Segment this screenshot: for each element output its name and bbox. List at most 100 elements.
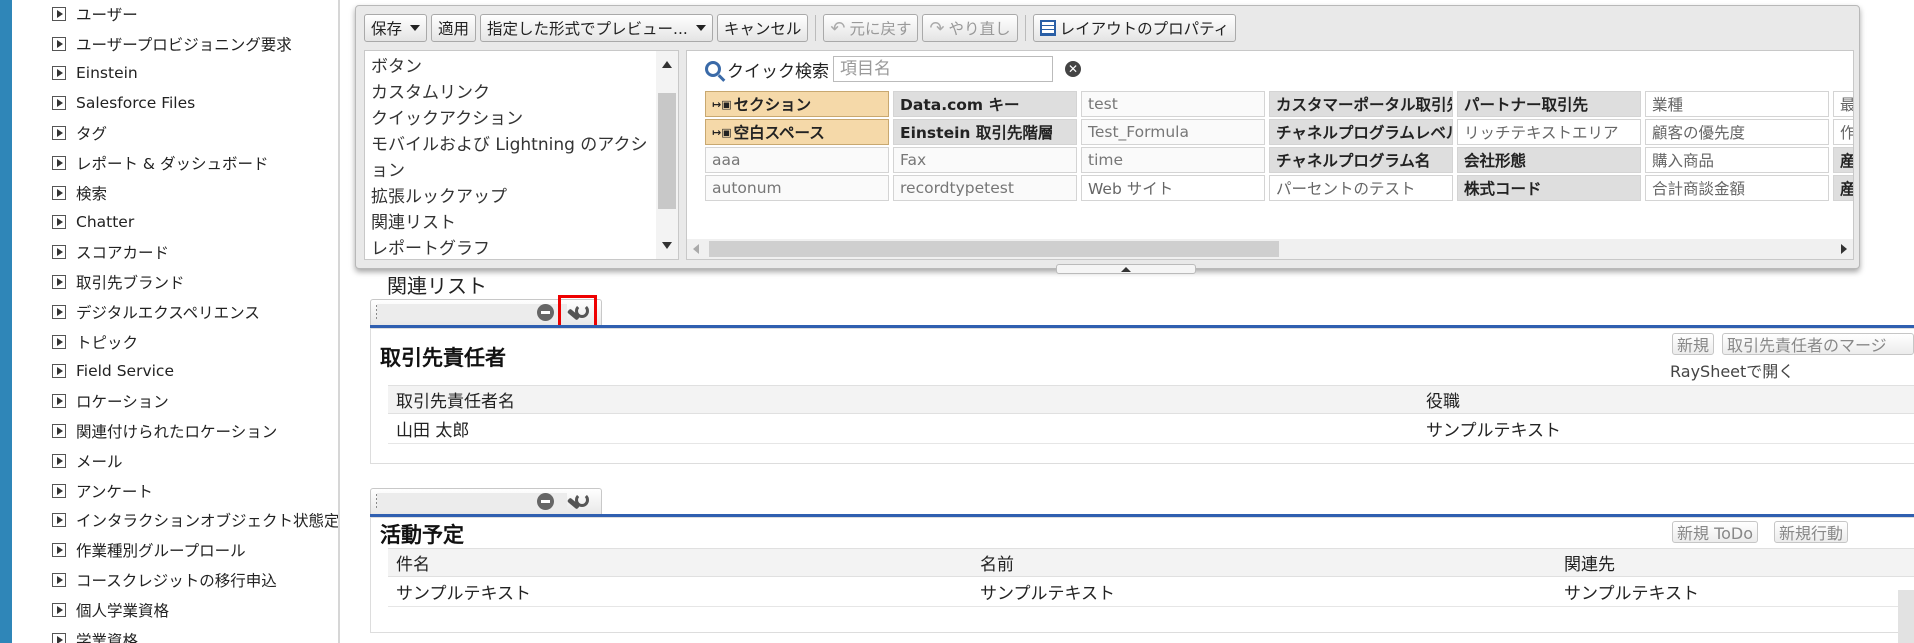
clear-search-icon[interactable]: ✕ — [1065, 61, 1081, 77]
sidebar-item[interactable]: メール — [12, 446, 338, 476]
expand-icon[interactable] — [52, 215, 66, 230]
expand-icon[interactable] — [52, 96, 66, 111]
new-event-button[interactable]: 新規行動 — [1774, 521, 1849, 543]
sidebar-item[interactable]: 関連付けられたロケーション — [12, 416, 338, 446]
expand-icon[interactable] — [52, 424, 66, 439]
new-contact-button[interactable]: 新規 — [1672, 333, 1715, 355]
cancel-button[interactable]: キャンセル — [716, 14, 809, 42]
field-item[interactable]: ↦▣ 空白スペース — [705, 119, 889, 145]
expand-icon[interactable] — [52, 36, 66, 51]
field-item[interactable]: Test_Formula — [1081, 119, 1265, 145]
category-item[interactable]: レポートグラフ — [371, 236, 650, 259]
remove-icon[interactable] — [537, 304, 554, 321]
sidebar-item[interactable]: デジタルエクスペリエンス — [12, 297, 338, 327]
field-item[interactable]: 最 — [1833, 91, 1853, 117]
field-item[interactable]: パーセントのテスト — [1269, 175, 1453, 201]
related-list-handle[interactable] — [370, 488, 602, 514]
field-item[interactable]: パートナー取引先 — [1457, 91, 1641, 117]
field-item[interactable]: チャネルプログラム名 — [1269, 147, 1453, 173]
expand-icon[interactable] — [52, 453, 66, 468]
page-scrollbar[interactable] — [1898, 590, 1914, 643]
new-todo-button[interactable]: 新規 ToDo — [1672, 521, 1759, 543]
sidebar-item[interactable]: コースクレジットの移行申込 — [12, 565, 338, 595]
sidebar-item[interactable]: Einstein — [12, 59, 338, 89]
field-item[interactable]: チャネルプログラムレベル名 — [1269, 119, 1453, 145]
field-item[interactable]: test — [1081, 91, 1265, 117]
expand-icon[interactable] — [52, 245, 66, 260]
expand-icon[interactable] — [52, 185, 66, 200]
category-scrollbar[interactable] — [656, 51, 678, 259]
field-item[interactable]: recordtypetest — [893, 175, 1077, 201]
category-item[interactable]: 拡張ルックアップ — [371, 184, 650, 210]
expand-icon[interactable] — [52, 155, 66, 170]
field-item[interactable]: リッチテキストエリア — [1457, 119, 1641, 145]
quick-search-input[interactable] — [833, 56, 1053, 82]
sidebar-item[interactable]: ユーザー — [12, 0, 338, 29]
category-item[interactable]: 関連リスト — [371, 210, 650, 236]
expand-icon[interactable] — [52, 632, 66, 643]
collapse-palette-handle[interactable] — [1056, 264, 1196, 274]
sidebar-item[interactable]: 取引先ブランド — [12, 267, 338, 297]
field-item[interactable]: Data.com キー — [893, 91, 1077, 117]
expand-icon[interactable] — [52, 6, 66, 21]
expand-icon[interactable] — [52, 126, 66, 141]
sidebar-item[interactable]: スコアカード — [12, 237, 338, 267]
raysheet-link[interactable]: RaySheetで開く — [1670, 358, 1794, 382]
layout-properties-button[interactable]: レイアウトのプロパティ — [1032, 14, 1237, 42]
expand-icon[interactable] — [52, 543, 66, 558]
expand-icon[interactable] — [52, 304, 66, 319]
undo-button[interactable]: ↶ 元に戻す — [823, 14, 919, 42]
field-item[interactable]: autonum — [705, 175, 889, 201]
expand-icon[interactable] — [52, 573, 66, 588]
sidebar-item[interactable]: Salesforce Files — [12, 88, 338, 118]
merge-contacts-button[interactable]: 取引先責任者のマージ — [1722, 333, 1914, 355]
sidebar-item[interactable]: Chatter — [12, 208, 338, 238]
redo-button[interactable]: ↷ やり直し — [922, 14, 1018, 42]
scroll-up-icon[interactable] — [662, 61, 672, 68]
expand-icon[interactable] — [52, 394, 66, 409]
sidebar-item[interactable]: インタラクションオブジェクト状態定義 — [12, 506, 338, 536]
sidebar-item[interactable]: トピック — [12, 327, 338, 357]
category-item[interactable]: クイックアクション — [371, 106, 650, 132]
field-item[interactable]: ↦▣ セクション — [705, 91, 889, 117]
category-scroll-thumb[interactable] — [658, 93, 676, 209]
sidebar-item[interactable]: 個人学業資格 — [12, 595, 338, 625]
scroll-right-icon[interactable] — [1841, 244, 1847, 254]
field-item[interactable]: 株式コード — [1457, 175, 1641, 201]
scroll-down-icon[interactable] — [662, 242, 672, 249]
field-item[interactable]: 合計商談金額 — [1645, 175, 1829, 201]
field-item[interactable]: Einstein 取引先階層 — [893, 119, 1077, 145]
sidebar-item[interactable]: アンケート — [12, 476, 338, 506]
field-item[interactable]: aaa — [705, 147, 889, 173]
save-button[interactable]: 保存 — [364, 14, 428, 42]
sidebar-item[interactable]: ユーザープロビジョニング要求 — [12, 29, 338, 59]
field-item[interactable]: Fax — [893, 147, 1077, 173]
field-item[interactable]: time — [1081, 147, 1265, 173]
sidebar-item[interactable]: Field Service — [12, 357, 338, 387]
sidebar-item[interactable]: タグ — [12, 118, 338, 148]
expand-icon[interactable] — [52, 334, 66, 349]
scroll-left-icon[interactable] — [693, 244, 699, 254]
field-item[interactable]: 業種 — [1645, 91, 1829, 117]
category-item[interactable]: モバイルおよび Lightning のアクション — [371, 132, 650, 184]
field-item[interactable]: Web サイト — [1081, 175, 1265, 201]
expand-icon[interactable] — [52, 513, 66, 528]
sidebar-item[interactable]: ロケーション — [12, 386, 338, 416]
field-item[interactable]: 産 — [1833, 147, 1853, 173]
category-item[interactable]: カスタムリンク — [371, 80, 650, 106]
category-item[interactable]: ボタン — [371, 54, 650, 80]
remove-icon[interactable] — [537, 493, 554, 510]
expand-icon[interactable] — [52, 364, 66, 379]
sidebar-item[interactable]: 検索 — [12, 178, 338, 208]
sidebar-item[interactable]: レポート & ダッシュボード — [12, 148, 338, 178]
sidebar-item[interactable]: 学業資格 — [12, 625, 338, 643]
field-scroll-thumb[interactable] — [709, 241, 1279, 257]
apply-button[interactable]: 適用 — [431, 14, 477, 42]
field-item[interactable]: 会社形態 — [1457, 147, 1641, 173]
field-item[interactable]: 顧客の優先度 — [1645, 119, 1829, 145]
sidebar-item[interactable]: 作業種別グループロール — [12, 535, 338, 565]
field-item[interactable]: 産 — [1833, 175, 1853, 201]
preview-as-button[interactable]: 指定した形式でプレビュー... — [480, 14, 713, 42]
field-item[interactable]: 購入商品 — [1645, 147, 1829, 173]
field-item[interactable]: 作 — [1833, 119, 1853, 145]
